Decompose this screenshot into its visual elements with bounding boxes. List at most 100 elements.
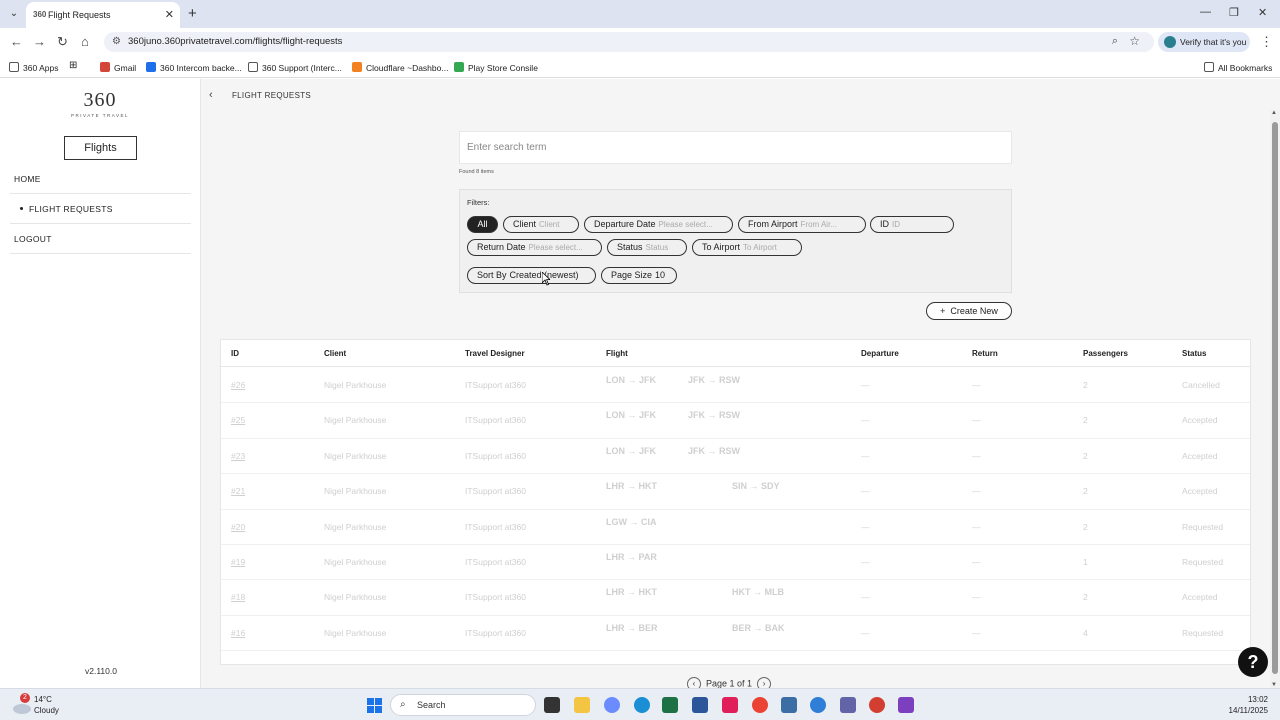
notepad-icon[interactable] bbox=[781, 697, 797, 713]
column-header-flight[interactable]: Flight bbox=[606, 349, 628, 358]
new-tab-icon[interactable]: + bbox=[188, 5, 197, 22]
close-window-icon[interactable]: ✕ bbox=[1258, 6, 1267, 19]
sidebar-item-logout[interactable]: LOGOUT bbox=[10, 224, 191, 254]
bookmark-play-store[interactable]: Play Store Consile bbox=[454, 62, 538, 73]
bookmark-cloudflare[interactable]: Cloudflare ~Dashbo... bbox=[352, 62, 448, 73]
column-header-status[interactable]: Status bbox=[1182, 349, 1206, 358]
bookmark-label: Play Store Consile bbox=[468, 63, 538, 73]
search-box[interactable] bbox=[459, 131, 1012, 164]
filter-departure-date-chip[interactable]: Departure Date Please select... bbox=[584, 216, 733, 233]
page-size-select[interactable]: Page Size 10 bbox=[601, 267, 677, 284]
main-content: ‹ FLIGHT REQUESTS Found 8 items Filters:… bbox=[201, 79, 1270, 691]
search-input[interactable] bbox=[460, 132, 1011, 163]
filter-status-chip[interactable]: Status Status bbox=[607, 239, 687, 256]
reload-icon[interactable]: ↻ bbox=[57, 34, 68, 50]
row-id-link[interactable]: #25 bbox=[231, 415, 245, 425]
table-row[interactable]: #19 Nigel Parkhouse ITSupport at360 — — 1 Requ… bbox=[221, 545, 1250, 581]
clipchamp-icon[interactable] bbox=[898, 697, 914, 713]
column-header-id[interactable]: ID bbox=[231, 349, 239, 358]
table-row[interactable]: #21 Nigel Parkhouse ITSupport at360 — — 2 Acce… bbox=[221, 474, 1250, 510]
teams-icon[interactable] bbox=[840, 697, 856, 713]
sidebar-item-home[interactable]: HOME bbox=[10, 164, 191, 194]
row-id-link[interactable]: #20 bbox=[231, 522, 245, 532]
filter-all-chip[interactable]: All bbox=[467, 216, 498, 233]
zoom-icon[interactable]: ⌕ bbox=[1112, 35, 1118, 48]
row-id-link[interactable]: #19 bbox=[231, 557, 245, 567]
create-new-button[interactable]: + Create New bbox=[926, 302, 1012, 320]
column-header-client[interactable]: Client bbox=[324, 349, 346, 358]
url-text[interactable]: 360juno.360privatetravel.com/flights/fli… bbox=[128, 36, 342, 47]
row-id-link[interactable]: #26 bbox=[231, 380, 245, 390]
chrome-profile-icon[interactable] bbox=[810, 697, 826, 713]
address-bar[interactable]: ⚙ 360juno.360privatetravel.com/flights/f… bbox=[104, 32, 1154, 52]
column-header-departure[interactable]: Departure bbox=[861, 349, 899, 358]
row-flight-leg-2: JFK → RSW bbox=[688, 410, 741, 421]
apps-grid-icon[interactable]: ⊞ bbox=[69, 60, 77, 71]
filter-return-date-chip[interactable]: Return Date Please select... bbox=[467, 239, 602, 256]
browser-tab[interactable]: 360 Flight Requests ✕ bbox=[26, 2, 180, 28]
home-icon[interactable]: ⌂ bbox=[81, 34, 89, 49]
slack-icon[interactable] bbox=[722, 697, 738, 713]
close-tab-icon[interactable]: ✕ bbox=[165, 8, 174, 21]
table-row[interactable]: #25 Nigel Parkhouse ITSupport at360 — — 2 Acce… bbox=[221, 403, 1250, 439]
bookmark-intercom[interactable]: 360 Intercom backe... bbox=[146, 62, 242, 73]
sort-by-select[interactable]: Sort By Created (newest) bbox=[467, 267, 596, 284]
bookmark-360-apps[interactable]: 360 Apps bbox=[9, 62, 58, 73]
chrome-icon[interactable] bbox=[752, 697, 768, 713]
sidebar-item-flight-requests[interactable]: FLIGHT REQUESTS bbox=[10, 194, 191, 224]
scroll-up-icon[interactable]: ▲ bbox=[1271, 110, 1277, 116]
folder-icon bbox=[248, 62, 258, 72]
row-id-link[interactable]: #16 bbox=[231, 628, 245, 638]
help-icon[interactable]: ? bbox=[1238, 647, 1268, 677]
chip-value: 10 bbox=[655, 270, 666, 280]
back-chevron-icon[interactable]: ‹ bbox=[209, 89, 213, 101]
word-icon[interactable] bbox=[692, 697, 708, 713]
brand-logo[interactable]: 360 PRIVATE TRAVEL bbox=[70, 89, 130, 118]
row-id-link[interactable]: #18 bbox=[231, 592, 245, 602]
system-clock[interactable]: 13:02 14/11/2025 bbox=[1226, 694, 1268, 716]
file-explorer-icon[interactable] bbox=[574, 697, 590, 713]
minimize-icon[interactable]: — bbox=[1200, 6, 1211, 18]
table-row[interactable]: #16 Nigel Parkhouse ITSupport at360 — — 4 Requ… bbox=[221, 616, 1250, 652]
table-row[interactable]: #23 Nigel Parkhouse ITSupport at360 — — 2 Acce… bbox=[221, 439, 1250, 475]
bookmark-star-icon[interactable]: ☆ bbox=[1129, 34, 1140, 48]
verify-identity-button[interactable]: Verify that it's you bbox=[1158, 32, 1250, 52]
row-departure: — bbox=[861, 380, 870, 390]
bookmark-support[interactable]: 360 Support (Interc... bbox=[248, 62, 342, 73]
chip-label: ID bbox=[880, 219, 889, 229]
row-id-link[interactable]: #23 bbox=[231, 451, 245, 461]
row-id-link[interactable]: #21 bbox=[231, 486, 245, 496]
task-view-icon[interactable] bbox=[544, 697, 560, 713]
forward-icon[interactable]: → bbox=[33, 34, 46, 49]
flights-section-button[interactable]: Flights bbox=[64, 136, 137, 160]
weather-temp: 14°C bbox=[34, 695, 52, 704]
copilot-icon[interactable] bbox=[604, 697, 620, 713]
taskbar-search[interactable]: ⌕ Search bbox=[390, 694, 536, 716]
table-row[interactable]: #20 Nigel Parkhouse ITSupport at360 — — 2 Requ… bbox=[221, 510, 1250, 545]
row-flight-leg-1: LHR → HKT bbox=[606, 587, 657, 598]
chrome-alt-icon[interactable] bbox=[869, 697, 885, 713]
bookmark-label: All Bookmarks bbox=[1218, 63, 1273, 73]
table-row[interactable]: #26 Nigel Parkhouse ITSupport at360 — — 2 Canc… bbox=[221, 368, 1250, 404]
filter-from-airport-chip[interactable]: From Airport From Air... bbox=[738, 216, 866, 233]
site-info-icon[interactable]: ⚙ bbox=[112, 36, 121, 47]
excel-icon[interactable] bbox=[662, 697, 678, 713]
tab-search-icon[interactable]: ⌄ bbox=[6, 6, 22, 22]
column-header-travel-designer[interactable]: Travel Designer bbox=[465, 349, 525, 358]
back-icon[interactable]: ← bbox=[10, 34, 23, 49]
restore-icon[interactable]: ❐ bbox=[1229, 6, 1239, 19]
page-scrollbar[interactable]: ▲ ▼ bbox=[1270, 110, 1280, 688]
table-row[interactable]: #18 Nigel Parkhouse ITSupport at360 — — 2 Acce… bbox=[221, 580, 1250, 616]
filter-id-chip[interactable]: ID ID bbox=[870, 216, 954, 233]
browser-menu-icon[interactable]: ⋮ bbox=[1260, 34, 1273, 50]
edge-icon[interactable] bbox=[634, 697, 650, 713]
column-header-passengers[interactable]: Passengers bbox=[1083, 349, 1128, 358]
all-bookmarks[interactable]: All Bookmarks bbox=[1204, 62, 1272, 73]
filter-to-airport-chip[interactable]: To Airport To Airport bbox=[692, 239, 802, 256]
column-header-return[interactable]: Return bbox=[972, 349, 998, 358]
windows-start-icon[interactable] bbox=[367, 698, 382, 713]
filter-client-chip[interactable]: Client Client bbox=[503, 216, 579, 233]
bookmark-gmail[interactable]: Gmail bbox=[100, 62, 136, 73]
scrollbar-thumb[interactable] bbox=[1272, 122, 1278, 674]
results-count: Found 8 items bbox=[459, 169, 494, 175]
